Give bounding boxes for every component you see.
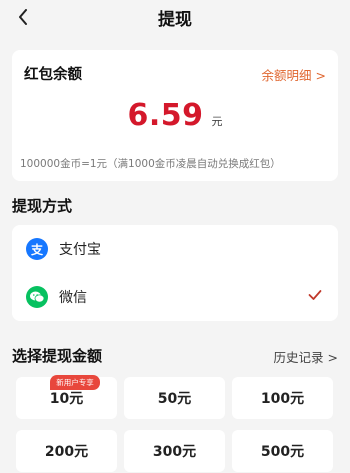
balance-amount-row: 6.59 元 xyxy=(12,98,338,133)
amount-option-200[interactable]: 200元 xyxy=(16,430,117,472)
method-option-wechat[interactable]: 微信 xyxy=(12,273,338,321)
alipay-icon: 支 xyxy=(26,238,48,260)
method-card: 支 支付宝 微信 xyxy=(12,225,338,321)
exchange-rate-note: 100000金币=1元（满1000金币凌晨自动兑换成红包） xyxy=(20,158,281,170)
method-label-wechat: 微信 xyxy=(59,290,87,306)
amount-section-title: 选择提现金额 xyxy=(12,347,103,365)
amount-option-300[interactable]: 300元 xyxy=(124,430,225,472)
amount-option-100[interactable]: 100元 xyxy=(232,377,333,419)
page-title: 提现 xyxy=(158,10,192,30)
method-label-alipay: 支付宝 xyxy=(59,242,101,258)
method-section-title: 提现方式 xyxy=(12,197,73,215)
header-bar: 提现 xyxy=(0,0,350,34)
amount-option-500[interactable]: 500元 xyxy=(232,430,333,472)
balance-unit: 元 xyxy=(211,115,223,128)
history-link[interactable]: 历史记录 > xyxy=(274,347,338,366)
new-user-badge: 新用户专享 xyxy=(50,375,100,390)
method-option-alipay[interactable]: 支 支付宝 xyxy=(12,225,338,273)
balance-amount: 6.59 xyxy=(127,98,204,133)
wechat-icon xyxy=(26,286,48,308)
amount-option-50[interactable]: 50元 xyxy=(124,377,225,419)
check-icon xyxy=(308,290,322,300)
balance-card: 红包余额 余额明细 > 6.59 元 100000金币=1元（满1000金币凌晨自… xyxy=(12,50,338,181)
balance-title: 红包余额 xyxy=(24,67,82,83)
balance-detail-link[interactable]: 余额明细 > xyxy=(262,65,326,84)
